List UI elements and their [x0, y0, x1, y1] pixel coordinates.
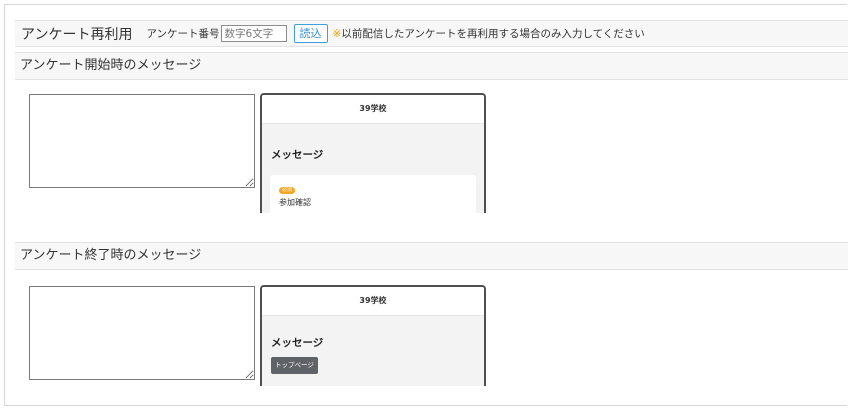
start-message-textarea[interactable]: [29, 94, 255, 188]
preview-card-title: 参加確認: [279, 198, 311, 207]
survey-reuse-title: アンケート再利用: [21, 26, 133, 43]
survey-number-input[interactable]: [220, 25, 287, 42]
end-message-textarea[interactable]: [29, 286, 255, 380]
survey-reuse-row: アンケート再利用 アンケート番号 読込 ※以前配信したアンケートを再利用する場合…: [15, 20, 848, 47]
end-message-header: アンケート終了時のメッセージ: [15, 242, 848, 270]
start-message-header: アンケート開始時のメッセージ: [15, 52, 848, 80]
preview-message-heading: メッセージ: [271, 337, 324, 349]
preview-school-name: 39学校: [262, 95, 484, 124]
top-page-button: トップページ: [271, 357, 318, 374]
preview-message-heading: メッセージ: [271, 149, 324, 161]
reuse-note: ※以前配信したアンケートを再利用する場合のみ入力してください: [333, 26, 645, 41]
preview-question-card: 必須 参加確認: [270, 175, 476, 213]
required-badge: 必須: [279, 187, 296, 194]
survey-number-label: アンケート番号: [146, 28, 220, 40]
reuse-note-text: 以前配信したアンケートを再利用する場合のみ入力してください: [341, 28, 645, 40]
start-message-preview: 39学校 メッセージ 必須 参加確認: [260, 93, 486, 213]
load-button[interactable]: 読込: [293, 24, 328, 43]
end-message-preview: 39学校 メッセージ トップページ: [260, 285, 486, 386]
preview-school-name: 39学校: [262, 287, 484, 316]
